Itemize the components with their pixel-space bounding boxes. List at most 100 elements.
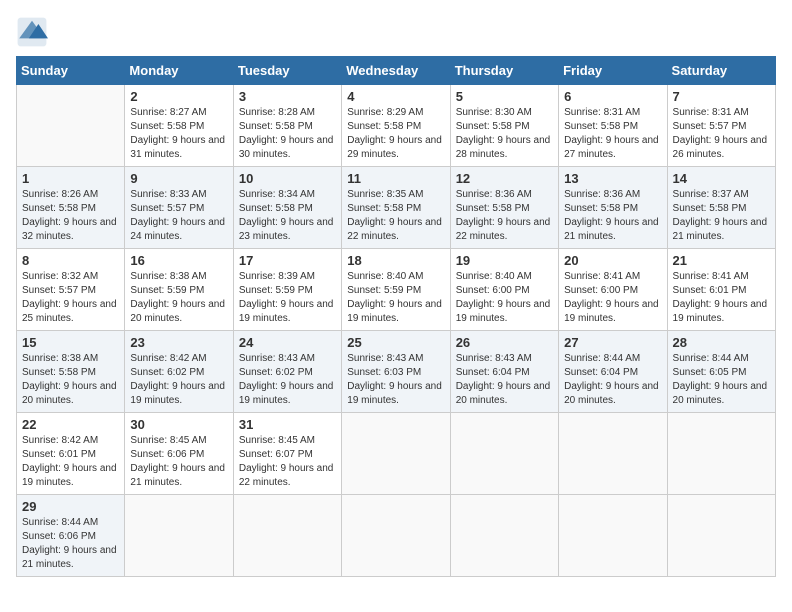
day-info: Sunrise: 8:36 AMSunset: 5:58 PMDaylight:… bbox=[456, 188, 553, 244]
calendar-cell bbox=[233, 495, 341, 577]
day-number: 12 bbox=[456, 171, 553, 186]
logo-icon bbox=[16, 16, 48, 48]
calendar-cell: 22 Sunrise: 8:42 AMSunset: 6:01 PMDayligh… bbox=[17, 413, 125, 495]
day-number: 15 bbox=[22, 335, 119, 350]
day-number: 29 bbox=[22, 499, 119, 514]
day-number: 30 bbox=[130, 417, 227, 432]
calendar-cell: 30 Sunrise: 8:45 AMSunset: 6:06 PMDayligh… bbox=[125, 413, 233, 495]
day-number: 28 bbox=[673, 335, 770, 350]
day-info: Sunrise: 8:27 AMSunset: 5:58 PMDaylight:… bbox=[130, 106, 227, 162]
day-info: Sunrise: 8:44 AMSunset: 6:05 PMDaylight:… bbox=[673, 352, 770, 408]
day-info: Sunrise: 8:37 AMSunset: 5:58 PMDaylight:… bbox=[673, 188, 770, 244]
day-number: 25 bbox=[347, 335, 444, 350]
day-info: Sunrise: 8:40 AMSunset: 5:59 PMDaylight:… bbox=[347, 270, 444, 326]
page-header bbox=[16, 16, 776, 48]
header-tuesday: Tuesday bbox=[233, 57, 341, 85]
calendar-week-row: 1 Sunrise: 8:26 AMSunset: 5:58 PMDaylight… bbox=[17, 167, 776, 249]
day-number: 24 bbox=[239, 335, 336, 350]
day-number: 20 bbox=[564, 253, 661, 268]
calendar-cell: 25Sunrise: 8:43 AMSunset: 6:03 PMDayligh… bbox=[342, 331, 450, 413]
calendar-cell: 3 Sunrise: 8:28 AMSunset: 5:58 PMDaylight… bbox=[233, 85, 341, 167]
calendar-cell bbox=[667, 495, 775, 577]
calendar-cell: 16Sunrise: 8:38 AMSunset: 5:59 PMDayligh… bbox=[125, 249, 233, 331]
day-info: Sunrise: 8:36 AMSunset: 5:58 PMDaylight:… bbox=[564, 188, 661, 244]
calendar-cell bbox=[342, 413, 450, 495]
day-number: 3 bbox=[239, 89, 336, 104]
header-wednesday: Wednesday bbox=[342, 57, 450, 85]
header-saturday: Saturday bbox=[667, 57, 775, 85]
calendar-cell: 9 Sunrise: 8:33 AMSunset: 5:57 PMDaylight… bbox=[125, 167, 233, 249]
header-monday: Monday bbox=[125, 57, 233, 85]
day-info: Sunrise: 8:35 AMSunset: 5:58 PMDaylight:… bbox=[347, 188, 444, 244]
day-number: 17 bbox=[239, 253, 336, 268]
calendar-cell: 23Sunrise: 8:42 AMSunset: 6:02 PMDayligh… bbox=[125, 331, 233, 413]
calendar-cell: 31Sunrise: 8:45 AMSunset: 6:07 PMDayligh… bbox=[233, 413, 341, 495]
day-info: Sunrise: 8:43 AMSunset: 6:04 PMDaylight:… bbox=[456, 352, 553, 408]
day-number: 19 bbox=[456, 253, 553, 268]
calendar-cell bbox=[342, 495, 450, 577]
day-number: 13 bbox=[564, 171, 661, 186]
logo bbox=[16, 16, 52, 48]
day-number: 23 bbox=[130, 335, 227, 350]
calendar-header-row: SundayMondayTuesdayWednesdayThursdayFrid… bbox=[17, 57, 776, 85]
calendar-cell: 26 Sunrise: 8:43 AMSunset: 6:04 PMDayligh… bbox=[450, 331, 558, 413]
calendar-cell bbox=[559, 495, 667, 577]
calendar-cell: 19Sunrise: 8:40 AMSunset: 6:00 PMDayligh… bbox=[450, 249, 558, 331]
calendar-cell: 21Sunrise: 8:41 AMSunset: 6:01 PMDayligh… bbox=[667, 249, 775, 331]
day-info: Sunrise: 8:31 AMSunset: 5:57 PMDaylight:… bbox=[673, 106, 770, 162]
day-number: 26 bbox=[456, 335, 553, 350]
calendar-cell: 27Sunrise: 8:44 AMSunset: 6:04 PMDayligh… bbox=[559, 331, 667, 413]
calendar-cell bbox=[450, 413, 558, 495]
day-info: Sunrise: 8:39 AMSunset: 5:59 PMDaylight:… bbox=[239, 270, 336, 326]
calendar-cell: 6 Sunrise: 8:31 AMSunset: 5:58 PMDaylight… bbox=[559, 85, 667, 167]
calendar-cell: 10Sunrise: 8:34 AMSunset: 5:58 PMDayligh… bbox=[233, 167, 341, 249]
day-info: Sunrise: 8:45 AMSunset: 6:06 PMDaylight:… bbox=[130, 434, 227, 490]
day-number: 16 bbox=[130, 253, 227, 268]
calendar-cell: 4 Sunrise: 8:29 AMSunset: 5:58 PMDaylight… bbox=[342, 85, 450, 167]
day-info: Sunrise: 8:31 AMSunset: 5:58 PMDaylight:… bbox=[564, 106, 661, 162]
calendar-week-row: 8Sunrise: 8:32 AMSunset: 5:57 PMDaylight… bbox=[17, 249, 776, 331]
calendar-cell: 20 Sunrise: 8:41 AMSunset: 6:00 PMDayligh… bbox=[559, 249, 667, 331]
day-info: Sunrise: 8:30 AMSunset: 5:58 PMDaylight:… bbox=[456, 106, 553, 162]
calendar-cell: 11 Sunrise: 8:35 AMSunset: 5:58 PMDayligh… bbox=[342, 167, 450, 249]
day-number: 5 bbox=[456, 89, 553, 104]
calendar-cell bbox=[125, 495, 233, 577]
calendar-week-row: 2 Sunrise: 8:27 AMSunset: 5:58 PMDaylight… bbox=[17, 85, 776, 167]
day-number: 11 bbox=[347, 171, 444, 186]
day-info: Sunrise: 8:41 AMSunset: 6:01 PMDaylight:… bbox=[673, 270, 770, 326]
calendar-cell: 12 Sunrise: 8:36 AMSunset: 5:58 PMDayligh… bbox=[450, 167, 558, 249]
header-friday: Friday bbox=[559, 57, 667, 85]
day-info: Sunrise: 8:26 AMSunset: 5:58 PMDaylight:… bbox=[22, 188, 119, 244]
day-info: Sunrise: 8:28 AMSunset: 5:58 PMDaylight:… bbox=[239, 106, 336, 162]
calendar-cell: 13 Sunrise: 8:36 AMSunset: 5:58 PMDayligh… bbox=[559, 167, 667, 249]
calendar-cell: 1 Sunrise: 8:26 AMSunset: 5:58 PMDaylight… bbox=[17, 167, 125, 249]
calendar-week-row: 15Sunrise: 8:38 AMSunset: 5:58 PMDayligh… bbox=[17, 331, 776, 413]
day-number: 6 bbox=[564, 89, 661, 104]
day-number: 14 bbox=[673, 171, 770, 186]
day-info: Sunrise: 8:29 AMSunset: 5:58 PMDaylight:… bbox=[347, 106, 444, 162]
day-number: 4 bbox=[347, 89, 444, 104]
day-number: 1 bbox=[22, 171, 119, 186]
calendar-cell: 15Sunrise: 8:38 AMSunset: 5:58 PMDayligh… bbox=[17, 331, 125, 413]
calendar-cell: 2 Sunrise: 8:27 AMSunset: 5:58 PMDaylight… bbox=[125, 85, 233, 167]
header-sunday: Sunday bbox=[17, 57, 125, 85]
calendar-table: SundayMondayTuesdayWednesdayThursdayFrid… bbox=[16, 56, 776, 577]
header-thursday: Thursday bbox=[450, 57, 558, 85]
calendar-cell: 7Sunrise: 8:31 AMSunset: 5:57 PMDaylight… bbox=[667, 85, 775, 167]
day-info: Sunrise: 8:33 AMSunset: 5:57 PMDaylight:… bbox=[130, 188, 227, 244]
day-info: Sunrise: 8:45 AMSunset: 6:07 PMDaylight:… bbox=[239, 434, 336, 490]
calendar-cell: 14 Sunrise: 8:37 AMSunset: 5:58 PMDayligh… bbox=[667, 167, 775, 249]
calendar-week-row: 29 Sunrise: 8:44 AMSunset: 6:06 PMDayligh… bbox=[17, 495, 776, 577]
calendar-cell: 28 Sunrise: 8:44 AMSunset: 6:05 PMDayligh… bbox=[667, 331, 775, 413]
day-number: 2 bbox=[130, 89, 227, 104]
day-info: Sunrise: 8:34 AMSunset: 5:58 PMDaylight:… bbox=[239, 188, 336, 244]
day-number: 22 bbox=[22, 417, 119, 432]
day-info: Sunrise: 8:44 AMSunset: 6:06 PMDaylight:… bbox=[22, 516, 119, 572]
day-info: Sunrise: 8:32 AMSunset: 5:57 PMDaylight:… bbox=[22, 270, 119, 326]
day-info: Sunrise: 8:42 AMSunset: 6:01 PMDaylight:… bbox=[22, 434, 119, 490]
day-info: Sunrise: 8:41 AMSunset: 6:00 PMDaylight:… bbox=[564, 270, 661, 326]
calendar-cell: 18 Sunrise: 8:40 AMSunset: 5:59 PMDayligh… bbox=[342, 249, 450, 331]
day-number: 9 bbox=[130, 171, 227, 186]
day-number: 18 bbox=[347, 253, 444, 268]
calendar-cell: 17 Sunrise: 8:39 AMSunset: 5:59 PMDayligh… bbox=[233, 249, 341, 331]
